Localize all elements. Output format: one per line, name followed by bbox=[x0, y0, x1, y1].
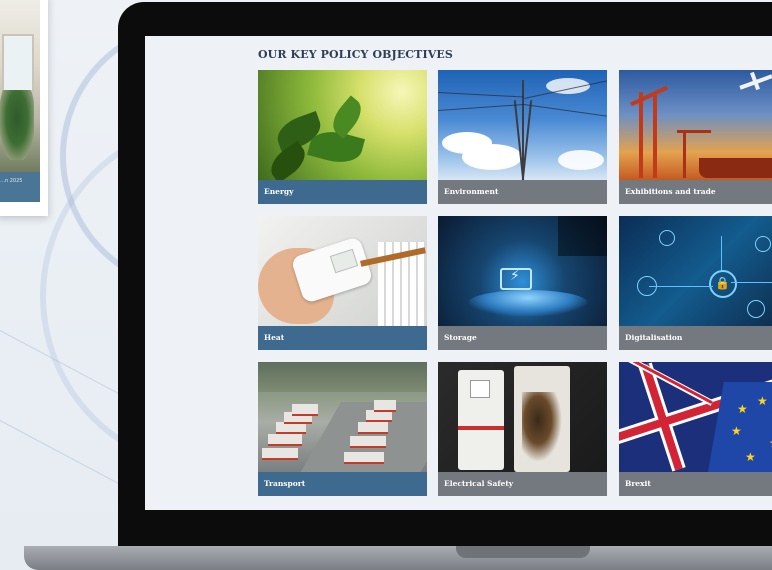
card-photo bbox=[0, 0, 40, 174]
tile-label: Brexit bbox=[625, 479, 651, 488]
tile-energy[interactable]: Energy bbox=[258, 70, 427, 204]
tile-electrical-safety[interactable]: Electrical Safety bbox=[438, 362, 607, 496]
background-card: …n 2025 bbox=[0, 0, 48, 216]
card-caption: …n 2025 bbox=[0, 178, 23, 184]
digitalisation-image: 🔒 bbox=[619, 216, 772, 326]
tile-label-bar: Digitalisation bbox=[619, 326, 772, 350]
section-title: OUR KEY POLICY OBJECTIVES bbox=[258, 48, 453, 61]
energy-image bbox=[258, 70, 427, 180]
tile-label-bar: Heat bbox=[258, 326, 427, 350]
tile-exhibitions-and-trade[interactable]: Exhibitions and trade bbox=[619, 70, 772, 204]
tile-brexit[interactable]: ★ ★ ★ ★ ★ ★ Brexit bbox=[619, 362, 772, 496]
tile-label: Exhibitions and trade bbox=[625, 187, 716, 196]
tile-label-bar: Energy bbox=[258, 180, 427, 204]
brexit-image: ★ ★ ★ ★ ★ ★ bbox=[619, 362, 772, 472]
tile-label: Transport bbox=[264, 479, 306, 488]
transport-image bbox=[258, 362, 427, 472]
tile-storage[interactable]: ⚡ Storage bbox=[438, 216, 607, 350]
heat-image bbox=[258, 216, 427, 326]
tile-environment[interactable]: Environment bbox=[438, 70, 607, 204]
tile-label-bar: Brexit bbox=[619, 472, 772, 496]
tile-label: Electrical Safety bbox=[444, 479, 514, 488]
tile-label-bar: Environment bbox=[438, 180, 607, 204]
tile-label: Storage bbox=[444, 333, 477, 342]
tile-label: Environment bbox=[444, 187, 499, 196]
tile-transport[interactable]: Transport bbox=[258, 362, 427, 496]
tile-label-bar: Electrical Safety bbox=[438, 472, 607, 496]
tile-label-bar: Transport bbox=[258, 472, 427, 496]
trade-image bbox=[619, 70, 772, 180]
card-caption-band: …n 2025 bbox=[0, 172, 40, 202]
tile-label-bar: Exhibitions and trade bbox=[619, 180, 772, 204]
electrical-safety-image bbox=[438, 362, 607, 472]
storage-image: ⚡ bbox=[438, 216, 607, 326]
laptop-screen: OUR KEY POLICY OBJECTIVES Energy Environ… bbox=[145, 36, 772, 510]
environment-image bbox=[438, 70, 607, 180]
tile-digitalisation[interactable]: 🔒 Digitalisation bbox=[619, 216, 772, 350]
tile-label: Digitalisation bbox=[625, 333, 683, 342]
tile-label: Heat bbox=[264, 333, 285, 342]
laptop-notch bbox=[456, 546, 590, 558]
laptop-base bbox=[24, 546, 772, 570]
tile-heat[interactable]: Heat bbox=[258, 216, 427, 350]
tile-label: Energy bbox=[264, 187, 294, 196]
tile-label-bar: Storage bbox=[438, 326, 607, 350]
